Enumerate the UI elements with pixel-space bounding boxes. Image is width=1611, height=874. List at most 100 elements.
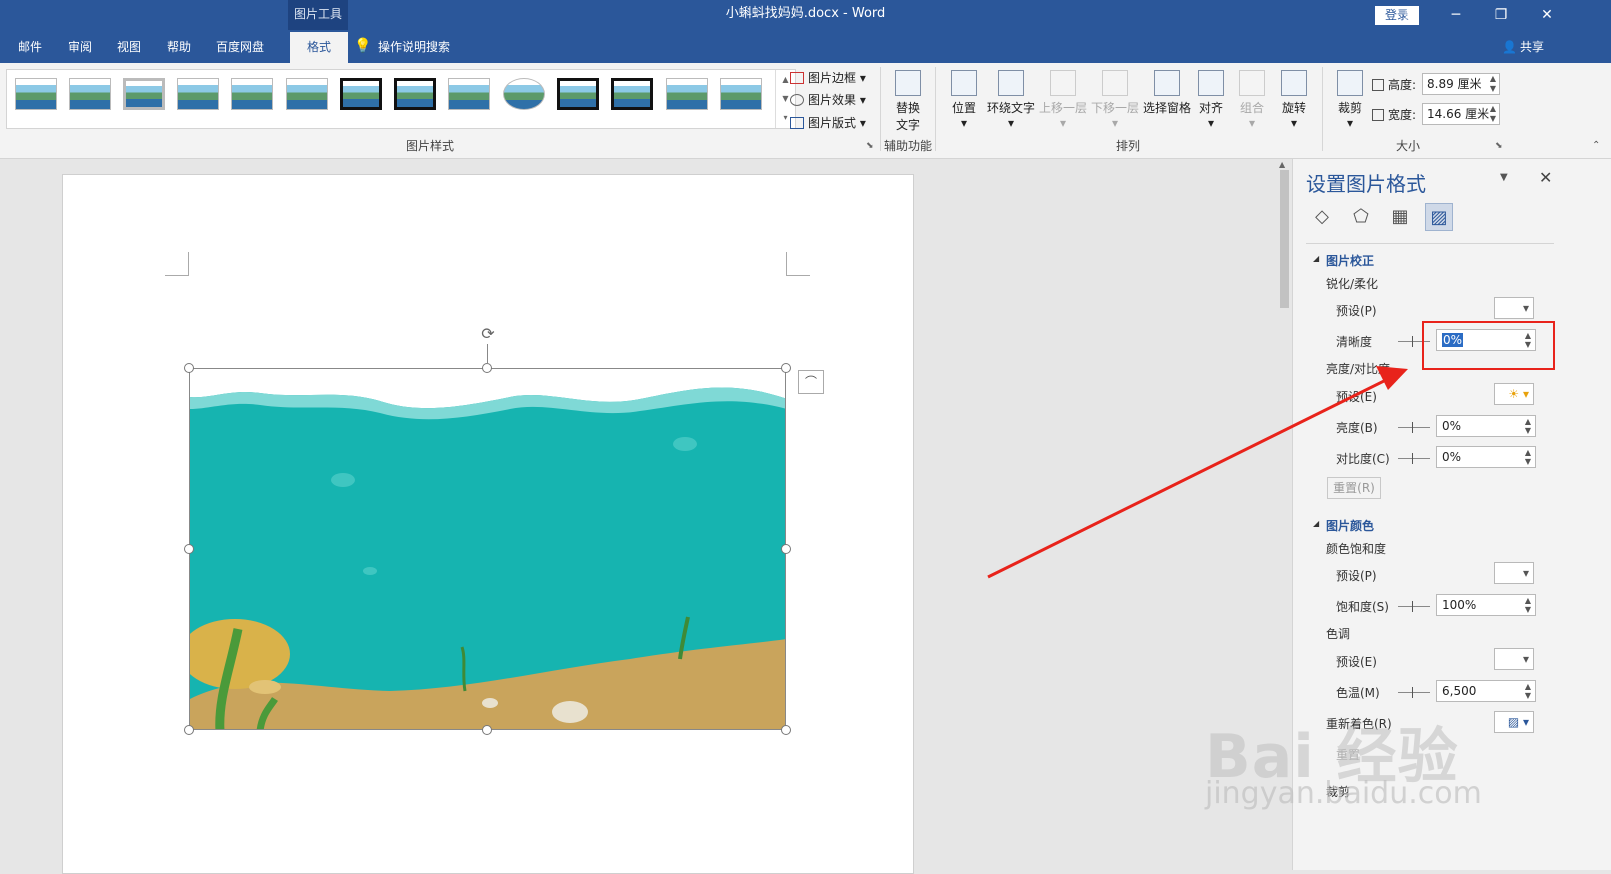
resize-handle[interactable] xyxy=(781,363,791,373)
brightness-slider[interactable] xyxy=(1398,422,1430,433)
sharpen-preset-dropdown[interactable]: ▾ xyxy=(1494,297,1534,319)
temperature-input[interactable]: 6,500 ▲ ▼ xyxy=(1436,680,1536,702)
style-thumb[interactable] xyxy=(611,78,653,110)
picture-icon[interactable]: ▨ xyxy=(1425,203,1453,231)
pane-title: 设置图片格式 xyxy=(1306,172,1426,196)
align-icon xyxy=(1198,70,1224,96)
style-thumb[interactable] xyxy=(340,78,382,110)
effects-icon[interactable]: ⬠ xyxy=(1347,203,1375,231)
resize-handle[interactable] xyxy=(781,544,791,554)
style-thumb[interactable] xyxy=(448,78,490,110)
layout-options-icon[interactable]: ⌒ xyxy=(798,370,824,394)
style-thumb[interactable] xyxy=(231,78,273,110)
size-properties-icon[interactable]: ▦ xyxy=(1386,203,1414,231)
alt-text-button[interactable]: 替换 文字 xyxy=(890,70,926,133)
tab-view[interactable]: 视图 xyxy=(117,38,141,56)
resize-handle[interactable] xyxy=(184,544,194,554)
dialog-launcher-icon[interactable]: ⬊ xyxy=(1495,141,1503,151)
resize-handle[interactable] xyxy=(781,725,791,735)
dialog-launcher-icon[interactable]: ⬊ xyxy=(866,141,874,151)
spinner-arrows-icon[interactable]: ▲ ▼ xyxy=(1490,104,1496,124)
spinner-arrows-icon[interactable]: ▲ ▼ xyxy=(1525,596,1531,614)
selection-pane-button[interactable]: 选择窗格 xyxy=(1142,70,1192,116)
spinner-arrows-icon[interactable]: ▲ ▼ xyxy=(1525,417,1531,435)
spinner-arrows-icon[interactable]: ▲ ▼ xyxy=(1525,448,1531,466)
position-button[interactable]: 位置 ▾ xyxy=(946,70,982,130)
underwater-picture[interactable] xyxy=(189,368,786,730)
saturation-input[interactable]: 100% ▲ ▼ xyxy=(1436,594,1536,616)
ribbon-display-options-icon[interactable]: ▣ xyxy=(1388,0,1434,30)
close-window-icon[interactable]: ✕ xyxy=(1524,0,1570,30)
pane-close-icon[interactable]: ✕ xyxy=(1539,168,1552,187)
picture-styles-gallery[interactable]: ▲ ▼ ▾ xyxy=(6,69,796,129)
collapse-triangle-icon[interactable]: ◢ xyxy=(1313,519,1319,528)
rotate-button[interactable]: 旋转 ▾ xyxy=(1278,70,1310,130)
width-label: 宽度: xyxy=(1372,106,1416,123)
reset-button[interactable]: 重置(R) xyxy=(1327,477,1381,499)
style-thumb[interactable] xyxy=(123,78,165,110)
group-separator xyxy=(935,67,936,151)
rotate-handle-icon[interactable]: ⟳ xyxy=(478,324,498,344)
height-input[interactable]: 8.89 厘米 ▲ ▼ xyxy=(1422,73,1500,95)
contrast-slider[interactable] xyxy=(1398,453,1430,464)
resize-handle[interactable] xyxy=(482,363,492,373)
picture-effects-button[interactable]: 图片效果 ▾ xyxy=(790,91,866,108)
align-button[interactable]: 对齐 ▾ xyxy=(1196,70,1226,130)
tone-preset-dropdown[interactable]: ▾ xyxy=(1494,648,1534,670)
collapse-triangle-icon[interactable]: ◢ xyxy=(1313,254,1319,263)
picture-border-button[interactable]: 图片边框 ▾ xyxy=(790,69,866,86)
recolor-dropdown[interactable]: ▨ ▾ xyxy=(1494,711,1534,733)
picture-effects-icon xyxy=(790,94,804,106)
tab-format[interactable]: 格式 xyxy=(290,32,348,63)
share-button[interactable]: 共享 xyxy=(1520,38,1544,56)
section-picture-correction[interactable]: 图片校正 xyxy=(1326,252,1374,269)
wrap-text-icon xyxy=(998,70,1024,96)
tab-review[interactable]: 审阅 xyxy=(68,38,92,56)
minimize-icon[interactable]: ─ xyxy=(1434,0,1478,30)
bring-forward-button[interactable]: 上移一层 ▾ xyxy=(1038,70,1088,130)
sharpness-label: 清晰度 xyxy=(1336,335,1373,349)
resize-handle[interactable] xyxy=(482,725,492,735)
pane-options-icon[interactable]: ▼ xyxy=(1500,172,1508,183)
section-picture-color[interactable]: 图片颜色 xyxy=(1326,517,1374,534)
restore-icon[interactable]: ❐ xyxy=(1478,0,1524,30)
spinner-arrows-icon[interactable]: ▲ ▼ xyxy=(1525,682,1531,700)
style-thumb[interactable] xyxy=(15,78,57,110)
brightness-input[interactable]: 0% ▲ ▼ xyxy=(1436,415,1536,437)
tab-help[interactable]: 帮助 xyxy=(167,38,191,56)
arrange-group-label: 排列 xyxy=(1116,139,1141,153)
brightness-preset-dropdown[interactable]: ☀ ▾ xyxy=(1494,383,1534,405)
fill-line-icon[interactable]: ◇ xyxy=(1308,203,1336,231)
scroll-up-icon[interactable]: ▲ xyxy=(1279,160,1285,169)
tone-preset-label: 预设(E) xyxy=(1336,655,1377,669)
wrap-text-button[interactable]: 环绕文字 ▾ xyxy=(986,70,1036,130)
style-thumb[interactable] xyxy=(286,78,328,110)
width-icon xyxy=(1372,109,1384,121)
group-button[interactable]: 组合 ▾ xyxy=(1236,70,1268,130)
saturation-slider[interactable] xyxy=(1398,601,1430,612)
contrast-input[interactable]: 0% ▲ ▼ xyxy=(1436,446,1536,468)
style-thumb[interactable] xyxy=(720,78,762,110)
style-thumb[interactable] xyxy=(69,78,111,110)
temperature-slider[interactable] xyxy=(1398,687,1430,698)
style-thumb[interactable] xyxy=(503,78,545,110)
tell-me-search[interactable]: 操作说明搜索 xyxy=(378,38,450,56)
send-backward-icon xyxy=(1102,70,1128,96)
tab-baidu-netdisk[interactable]: 百度网盘 xyxy=(216,38,264,56)
resize-handle[interactable] xyxy=(184,363,194,373)
pane-divider xyxy=(1306,243,1554,244)
saturation-preset-dropdown[interactable]: ▾ xyxy=(1494,562,1534,584)
spinner-arrows-icon[interactable]: ▲ ▼ xyxy=(1490,74,1496,94)
width-input[interactable]: 14.66 厘米 ▲ ▼ xyxy=(1422,103,1500,125)
style-thumb[interactable] xyxy=(177,78,219,110)
send-backward-button[interactable]: 下移一层 ▾ xyxy=(1090,70,1140,130)
style-thumb[interactable] xyxy=(666,78,708,110)
resize-handle[interactable] xyxy=(184,725,194,735)
scrollbar-thumb[interactable] xyxy=(1280,170,1289,308)
crop-button[interactable]: 裁剪 ▾ xyxy=(1332,70,1368,130)
tab-mailings[interactable]: 邮件 xyxy=(18,38,42,56)
style-thumb[interactable] xyxy=(394,78,436,110)
collapse-ribbon-icon[interactable]: ⌃ xyxy=(1592,140,1600,151)
style-thumb[interactable] xyxy=(557,78,599,110)
picture-layout-button[interactable]: 图片版式 ▾ xyxy=(790,114,866,131)
